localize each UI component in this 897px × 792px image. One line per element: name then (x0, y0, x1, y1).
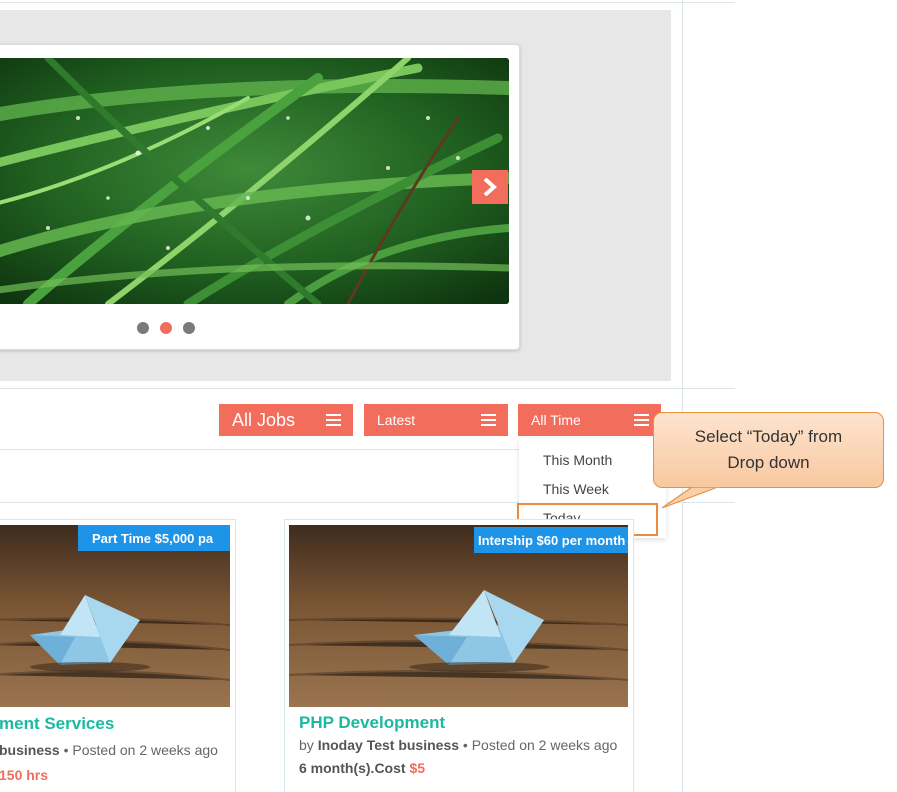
business-name[interactable]: business (0, 742, 60, 758)
job-title[interactable]: PHP Development (299, 713, 445, 733)
top-divider (0, 2, 735, 3)
menu-icon (481, 414, 496, 426)
filter-bar-top-divider (0, 388, 735, 389)
slider-dot-2[interactable] (160, 322, 172, 334)
job-image-paper-boat (0, 525, 230, 707)
grass-image (0, 58, 509, 304)
callout-text-line2: Drop down (727, 453, 810, 472)
posted-time: Posted on 2 weeks ago (471, 737, 618, 753)
job-meta: by Inoday Test business • Posted on 2 we… (299, 737, 618, 753)
slider-dot-1[interactable] (137, 322, 149, 334)
menu-icon (326, 414, 341, 426)
jobs-filter-button[interactable]: All Jobs (219, 404, 353, 436)
job-title[interactable]: ment Services (0, 714, 114, 734)
page: All Jobs Latest All Time This Month This… (0, 0, 897, 792)
chevron-right-icon (483, 178, 498, 196)
instruction-callout: Select “Today” from Drop down (653, 412, 884, 488)
slider-dot-3[interactable] (183, 322, 195, 334)
posted-time: Posted on 2 weeks ago (72, 742, 218, 758)
job-hours: 150 hrs (0, 767, 49, 783)
dropdown-option-this-month[interactable]: This Month (543, 452, 612, 468)
business-name[interactable]: Inoday Test business (318, 737, 459, 753)
right-divider (682, 0, 683, 792)
sort-filter-button[interactable]: Latest (364, 404, 508, 436)
slider-next-button[interactable] (472, 170, 508, 204)
sort-filter-label: Latest (377, 412, 416, 428)
slider-pagination (137, 322, 195, 334)
time-filter-button[interactable]: All Time (518, 404, 661, 436)
job-duration: 6 month(s).Cost (299, 760, 406, 776)
menu-icon (634, 414, 649, 426)
job-cost: $5 (409, 760, 426, 776)
callout-text-line1: Select “Today” from (694, 427, 843, 446)
dropdown-option-this-week[interactable]: This Week (543, 481, 609, 497)
job-duration-cost: 6 month(s).Cost $5 (299, 760, 425, 776)
jobs-filter-label: All Jobs (232, 409, 296, 430)
job-type-badge: Intership $60 per month (474, 527, 628, 553)
by-label: by (299, 737, 314, 753)
job-type-badge: Part Time $5,000 pa (78, 525, 230, 551)
filter-bar-bottom-divider (0, 449, 520, 450)
job-detail: 150 hrs (0, 767, 48, 783)
time-filter-label: All Time (531, 412, 581, 428)
job-meta: business • Posted on 2 weeks ago (0, 742, 218, 758)
slide-image-grass (0, 58, 509, 304)
paper-boat-image (0, 525, 230, 707)
